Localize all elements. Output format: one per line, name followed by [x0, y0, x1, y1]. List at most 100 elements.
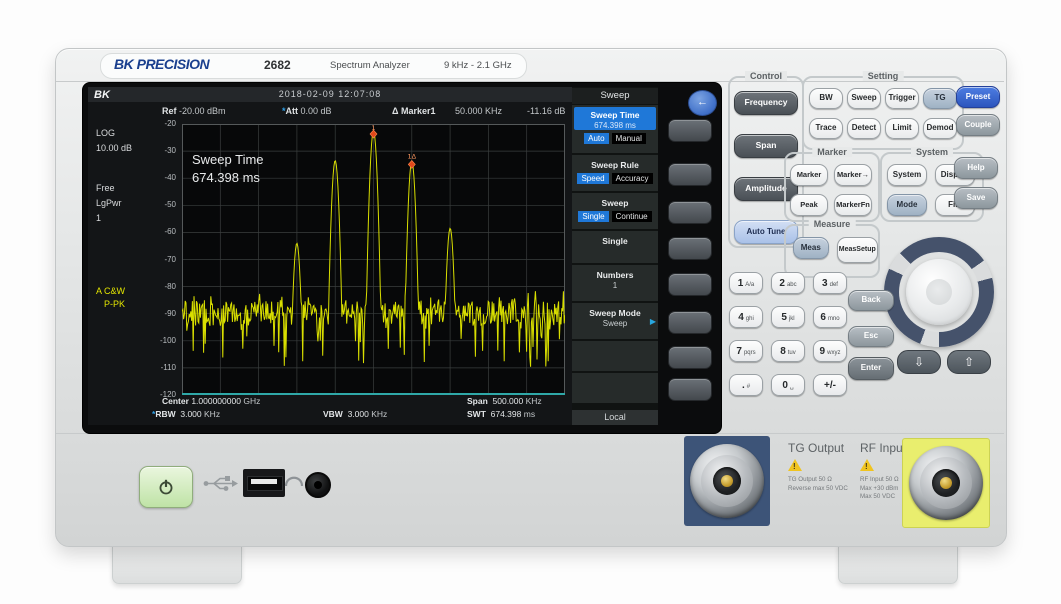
readout-lgpwr: LgPwr	[96, 198, 122, 208]
arrow-down-button[interactable]: ⇩	[897, 350, 941, 374]
usb-port	[243, 469, 285, 497]
button-couple[interactable]: Couple	[956, 114, 1000, 136]
button-preset[interactable]: Preset	[956, 86, 1000, 108]
key-6[interactable]: 6mno	[813, 306, 847, 328]
key-8[interactable]: 8tuv	[771, 340, 805, 362]
rf-input-connector	[909, 446, 983, 520]
key-3[interactable]: 3def	[813, 272, 847, 294]
button-bw[interactable]: BW	[809, 88, 843, 109]
button-marker[interactable]: Marker→	[834, 164, 872, 186]
button-marker[interactable]: Marker	[790, 164, 828, 186]
button-trigger[interactable]: Trigger	[885, 88, 919, 109]
button-tg[interactable]: TG	[923, 88, 957, 109]
sweep-time-overlay-value: 674.398 ms	[192, 170, 260, 185]
button-limit[interactable]: Limit	[885, 118, 919, 139]
button-enter[interactable]: Enter	[848, 357, 894, 380]
button-peak[interactable]: Peak	[790, 194, 828, 216]
y-tick-label: -30	[150, 146, 176, 155]
tg-warning-icon	[788, 459, 802, 471]
trace-readout-a-c-w: A C&W	[96, 286, 125, 296]
key-main-label: 5	[781, 312, 787, 323]
delta-marker-frequency: 50.000 KHz	[455, 106, 502, 116]
softkey-6[interactable]	[668, 311, 712, 334]
softkey-7[interactable]	[668, 346, 712, 369]
key-main-label: 3	[822, 278, 828, 289]
measure-group: Measure MeasMeasSetup	[784, 224, 880, 278]
button-meas[interactable]: Meas	[793, 237, 829, 259]
key-4[interactable]: 4ghi	[729, 306, 763, 328]
button-esc[interactable]: Esc	[848, 326, 894, 347]
y-tick-label: -110	[150, 363, 176, 372]
menu-item-label: Sweep	[574, 195, 656, 208]
key-5[interactable]: 5jkl	[771, 306, 805, 328]
menu-item-label: Sweep Time	[574, 107, 656, 120]
toggle-option-manual[interactable]: Manual	[612, 133, 646, 144]
button-mode[interactable]: Mode	[887, 194, 927, 216]
softkey-3[interactable]	[668, 201, 712, 224]
toggle-option-speed[interactable]: Speed	[577, 173, 608, 184]
button-demod[interactable]: Demod	[923, 118, 957, 139]
toggle-option-auto[interactable]: Auto	[584, 133, 608, 144]
key-blank[interactable]: .#	[729, 374, 763, 396]
button-help[interactable]: Help	[954, 157, 998, 179]
button-meas-setup[interactable]: MeasSetup	[837, 237, 878, 263]
key-sub-label: #	[747, 384, 750, 390]
y-tick-label: -40	[150, 173, 176, 182]
menu-item-sweep[interactable]: Sweep Single Continue	[572, 193, 658, 229]
tg-output-connector	[690, 444, 764, 518]
softkey-5[interactable]	[668, 273, 712, 296]
menu-item-sweep-time[interactable]: Sweep Time674.398 ms Auto Manual	[572, 105, 658, 153]
softkey-2[interactable]	[668, 163, 712, 186]
key-main-label: 7	[736, 346, 742, 357]
menu-item-single[interactable]: Single	[572, 231, 658, 263]
menu-item-empty-8	[572, 373, 658, 403]
key-main-label: 6	[820, 312, 826, 323]
softkey-1[interactable]	[668, 119, 712, 142]
key-9[interactable]: 9wxyz	[813, 340, 847, 362]
menu-item-numbers[interactable]: Numbers1	[572, 265, 658, 301]
button-sweep[interactable]: Sweep	[847, 88, 881, 109]
key-2[interactable]: 2abc	[771, 272, 805, 294]
warning-line: Max +30 dBm	[860, 485, 898, 492]
button-frequency[interactable]: Frequency	[734, 91, 798, 115]
measure-group-label: Measure	[809, 219, 856, 229]
ref-level-readout: Ref -20.00 dBm	[162, 106, 226, 116]
toggle-option-accuracy[interactable]: Accuracy	[612, 173, 653, 184]
y-tick-label: -120	[150, 390, 176, 399]
att-value: 0.00 dB	[301, 106, 332, 116]
key-sub-label: pqrs	[744, 350, 756, 356]
key-7[interactable]: 7pqrs	[729, 340, 763, 362]
arrow-up-button[interactable]: ⇧	[947, 350, 991, 374]
key-sub-label: abc	[787, 282, 797, 288]
button-trace[interactable]: Trace	[809, 118, 843, 139]
toggle-option-continue[interactable]: Continue	[612, 211, 652, 222]
rf-warning-icon	[860, 459, 874, 471]
y-tick-label: -70	[150, 255, 176, 264]
toggle-option-single[interactable]: Single	[578, 211, 608, 222]
key-0[interactable]: 0␣	[771, 374, 805, 396]
key-main-label: 1	[738, 278, 744, 289]
power-button[interactable]	[139, 466, 193, 508]
readout-10-00-db: 10.00 dB	[96, 143, 132, 153]
key-1[interactable]: 1A/a	[729, 272, 763, 294]
back-arrow-button[interactable]: ←	[688, 90, 717, 116]
softkey-4[interactable]	[668, 237, 712, 260]
button-system[interactable]: System	[887, 164, 927, 186]
marker-group-label: Marker	[812, 147, 852, 157]
button-back[interactable]: Back	[848, 290, 894, 311]
button-marker-fn[interactable]: MarkerFn	[834, 194, 872, 216]
softkey-8[interactable]	[668, 378, 712, 401]
soft-menu-title: Sweep	[572, 88, 658, 104]
button-detect[interactable]: Detect	[847, 118, 881, 139]
ref-value: -20.00 dBm	[179, 106, 226, 116]
button-save[interactable]: Save	[954, 187, 998, 209]
frequency-range: 9 kHz - 2.1 GHz	[444, 60, 512, 71]
menu-item-value: 674.398 ms	[574, 120, 656, 130]
setting-group: Setting BWSweepTriggerTGTraceDetectLimit…	[802, 76, 964, 150]
menu-item-head: Numbers1	[574, 267, 656, 290]
menu-item-label: Sweep Mode	[574, 305, 656, 318]
menu-item-sweep-mode[interactable]: Sweep ModeSweep▶	[572, 303, 658, 339]
menu-item-sweep-rule[interactable]: Sweep RuleSpeedAccuracy	[572, 155, 658, 191]
key-blank[interactable]: +/-	[813, 374, 847, 396]
rotary-knob[interactable]	[884, 237, 994, 347]
